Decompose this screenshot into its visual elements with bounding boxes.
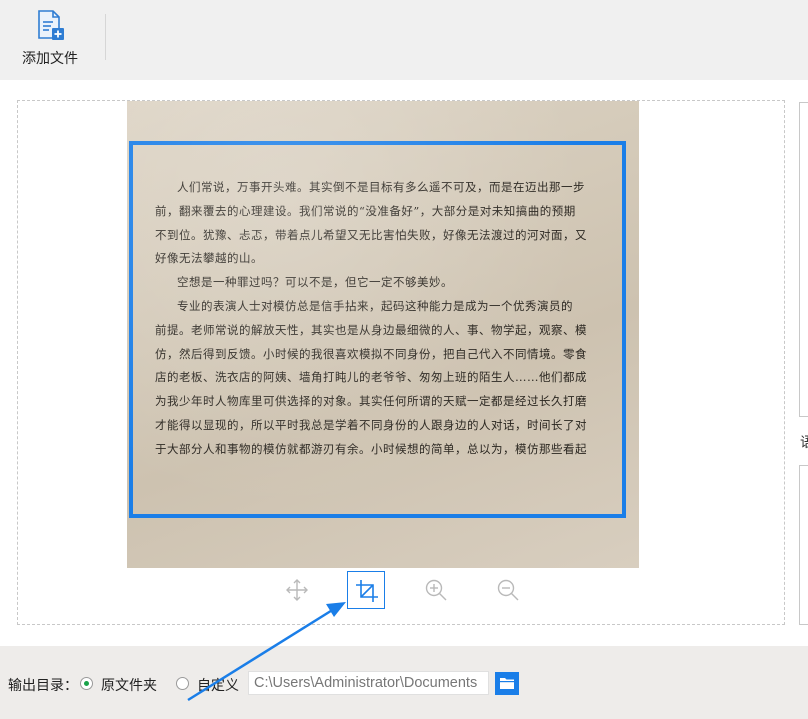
document-text: 人们常说，万事开头难。其实倒不是目标有多么遥不可及，而是在迈出那一步 前，翻来覆… (155, 176, 615, 462)
add-file-label: 添加文件 (22, 51, 78, 67)
move-icon (286, 579, 308, 601)
text-line: 为我少年时人物库里可供选择的对象。其实任何所谓的天赋一定都是经过长久打磨 (155, 394, 587, 409)
folder-icon (500, 678, 514, 689)
text-line: 店的老板、洗衣店的阿姨、墙角打盹儿的老爷爷、匆匆上班的陌生人……他们都成 (155, 370, 587, 385)
crop-button[interactable] (347, 571, 385, 609)
zoom-out-icon (497, 579, 519, 601)
browse-folder-button[interactable] (495, 672, 519, 695)
source-folder-radio[interactable] (80, 677, 93, 690)
text-line: 人们常说，万事开头难。其实倒不是目标有多么遥不可及，而是在迈出那一步 (177, 180, 585, 194)
move-button[interactable] (278, 571, 316, 609)
main-area: 人们常说，万事开头难。其实倒不是目标有多么遥不可及，而是在迈出那一步 前，翻来覆… (0, 80, 808, 646)
side-panel-top (799, 102, 808, 417)
text-line: 空想是一种罪过吗？可以不是，但它一定不够美妙。 (177, 275, 453, 290)
text-line: 于大部分人和事物的模仿就都游刃有余。小时候想的简单，总以为，模仿那些看起 (155, 441, 587, 456)
text-line: 不到位。犹豫、忐忑，带着点儿希望又无比害怕失败，好像无法渡过的河对面，又 (155, 227, 587, 242)
add-file-button[interactable]: 添加文件 (14, 10, 86, 70)
add-file-icon (38, 10, 64, 40)
text-line: 好像无法攀越的山。 (155, 251, 263, 266)
toolbar: 添加文件 (0, 0, 808, 80)
text-line: 仿，然后得到反馈。小时候的我很喜欢模拟不同身份，把自己代入不同情境。零食 (155, 346, 587, 361)
image-tools (273, 569, 533, 609)
zoom-in-button[interactable] (417, 571, 455, 609)
custom-folder-radio[interactable] (176, 677, 189, 690)
output-settings: 输出目录： 原文件夹 自定义 C:\Users\Administrator\Do… (0, 646, 808, 719)
zoom-out-button[interactable] (489, 571, 527, 609)
crop-selection[interactable] (129, 141, 626, 518)
document-photo: 人们常说，万事开头难。其实倒不是目标有多么遥不可及，而是在迈出那一步 前，翻来覆… (127, 101, 639, 568)
text-line: 专业的表演人士对模仿总是信手拈来，起码这种能力是成为一个优秀演员的 (177, 298, 573, 313)
output-path-field[interactable]: C:\Users\Administrator\Documents (248, 671, 489, 695)
side-panel-label: 语 (800, 435, 808, 451)
side-panel-bottom (799, 465, 808, 625)
zoom-in-icon (425, 579, 447, 601)
crop-icon (356, 580, 378, 602)
output-dir-label: 输出目录： (8, 678, 78, 694)
text-line: 才能得以显现的，所以平时我总是学着不同身份的人跟身边的人对话，时间长了对 (155, 417, 587, 432)
toolbar-divider (105, 14, 106, 60)
text-line: 前提。老师常说的解放天性，其实也是从身边最细微的人、事、物学起，观察、模 (155, 322, 587, 337)
source-folder-label[interactable]: 原文件夹 (101, 675, 157, 695)
custom-folder-label[interactable]: 自定义 (197, 675, 239, 695)
text-line: 前，翻来覆去的心理建设。我们常说的“没准备好”，大部分是对未知搞曲的预期 (155, 203, 576, 218)
image-preview: 人们常说，万事开头难。其实倒不是目标有多么遥不可及，而是在迈出那一步 前，翻来覆… (17, 100, 785, 625)
